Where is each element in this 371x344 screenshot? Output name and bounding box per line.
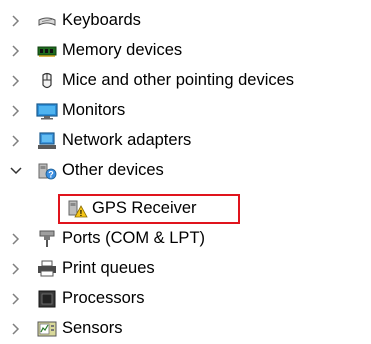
chevron-down-icon[interactable] bbox=[9, 164, 23, 178]
tree-item-memory-devices[interactable]: Memory devices bbox=[0, 36, 371, 66]
tree-item-label: GPS Receiver bbox=[92, 199, 197, 217]
chevron-right-icon[interactable] bbox=[9, 232, 23, 246]
tree-item-other-devices[interactable]: ? Other devices bbox=[0, 156, 371, 186]
chevron-right-icon[interactable] bbox=[9, 134, 23, 148]
tree-item-label: Memory devices bbox=[62, 41, 183, 59]
printer-icon bbox=[36, 260, 56, 278]
tree-item-label: Other devices bbox=[62, 161, 164, 179]
chevron-right-icon[interactable] bbox=[9, 104, 23, 118]
tree-item-label: Print queues bbox=[62, 259, 155, 277]
chevron-right-icon[interactable] bbox=[9, 322, 23, 336]
tree-item-label: Sensors bbox=[62, 319, 123, 337]
tree-item-mice[interactable]: Mice and other pointing devices bbox=[0, 66, 371, 96]
mouse-icon bbox=[36, 72, 56, 90]
tree-item-label: Network adapters bbox=[62, 131, 192, 149]
chevron-right-icon[interactable] bbox=[9, 74, 23, 88]
chevron-right-icon[interactable] bbox=[9, 14, 23, 28]
monitor-icon bbox=[36, 102, 58, 120]
tree-item-label: Keyboards bbox=[62, 11, 141, 29]
svg-text:?: ? bbox=[48, 170, 54, 180]
tree-item-processors[interactable]: Processors bbox=[0, 284, 371, 314]
network-adapter-icon bbox=[36, 132, 56, 150]
tree-item-print-queues[interactable]: Print queues bbox=[0, 254, 371, 284]
chevron-right-icon[interactable] bbox=[9, 44, 23, 58]
keyboard-icon bbox=[36, 12, 56, 30]
port-connector-icon bbox=[36, 230, 56, 248]
tree-item-network-adapters[interactable]: Network adapters bbox=[0, 126, 371, 156]
chevron-right-icon[interactable] bbox=[9, 292, 23, 306]
tree-item-label: Mice and other pointing devices bbox=[62, 71, 295, 89]
sensor-icon bbox=[36, 320, 57, 338]
warning-device-icon: ! bbox=[66, 200, 88, 218]
tree-item-label: Ports (COM & LPT) bbox=[62, 229, 206, 247]
svg-text:!: ! bbox=[80, 209, 83, 218]
processor-icon bbox=[36, 290, 56, 308]
memory-chip-icon bbox=[36, 42, 57, 60]
tree-item-label: Processors bbox=[62, 289, 145, 307]
tree-item-monitors[interactable]: Monitors bbox=[0, 96, 371, 126]
tree-item-label: Monitors bbox=[62, 101, 126, 119]
device-tree: Keyboards Memory devices Mice and other … bbox=[0, 0, 371, 344]
tree-item-keyboards[interactable]: Keyboards bbox=[0, 6, 371, 36]
tree-item-ports[interactable]: Ports (COM & LPT) bbox=[0, 224, 371, 254]
chevron-right-icon[interactable] bbox=[9, 262, 23, 276]
tree-item-sensors[interactable]: Sensors bbox=[0, 314, 371, 344]
tree-item-gps-receiver[interactable]: ! GPS Receiver bbox=[0, 194, 371, 224]
unknown-device-icon: ? bbox=[36, 162, 57, 180]
